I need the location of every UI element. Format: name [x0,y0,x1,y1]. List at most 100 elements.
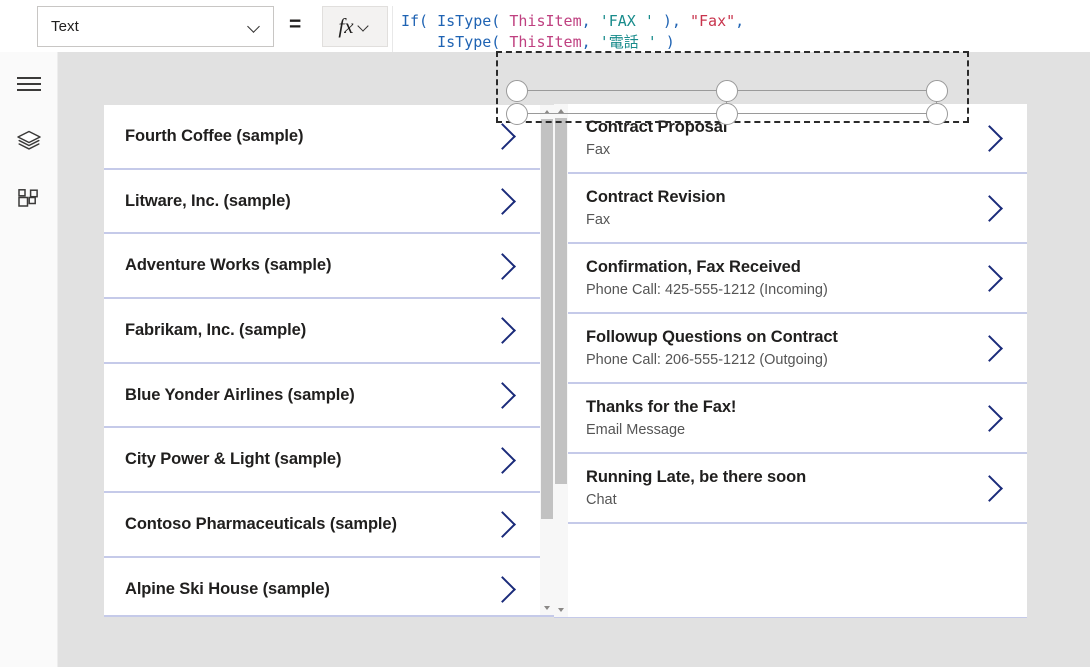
list-item-title: Blue Yonder Airlines (sample) [125,385,484,406]
fx-icon: fx [338,16,353,37]
scroll-up-arrow[interactable] [554,104,568,118]
list-item-subtitle: Fax [586,141,971,160]
list-item-texts: Contoso Pharmaceuticals (sample) [125,514,484,535]
list-item-subtitle: Phone Call: 206-555-1212 (Outgoing) [586,351,971,370]
formula-token: IsType( [437,33,509,51]
menu-button[interactable] [0,59,58,107]
list-item[interactable]: Thanks for the Fax! Email Message [568,384,1027,454]
list-item-title: Thanks for the Fax! [586,397,971,418]
list-item[interactable]: Confirmation, Fax ReceivedPhone Call: 42… [568,244,1027,314]
formula-token: ThisItem [509,33,581,51]
list-item-texts: Fabrikam, Inc. (sample) [125,320,484,341]
chevron-right-icon[interactable] [484,569,524,609]
tree-view-button[interactable] [0,119,58,167]
scroll-down-arrow[interactable] [540,601,554,615]
layers-icon [16,129,42,158]
chevron-right-icon[interactable] [484,310,524,350]
chevron-right-icon[interactable] [971,468,1011,508]
formula-token [401,33,437,51]
fx-button[interactable]: fx [322,6,388,47]
chevron-right-icon[interactable] [971,258,1011,298]
resize-handle-bottom-right[interactable] [926,103,948,125]
scroll-down-arrow[interactable] [554,603,568,617]
empty-gallery-area [568,524,1027,618]
formula-token: IsType( [437,12,509,30]
scrollbar-thumb[interactable] [541,119,553,519]
list-item[interactable]: Contract Proposal Fax [568,104,1027,174]
formula-token: ), [654,12,690,30]
list-item[interactable]: Litware, Inc. (sample) [104,170,540,235]
power-apps-studio: Text = fx If( IsType( ThisItem, 'FAX ' )… [0,0,1090,667]
list-item-texts: Alpine Ski House (sample) [125,579,484,600]
list-item-title: Contract Proposal [586,117,971,138]
list-item[interactable]: Alpine Ski House (sample) [104,558,540,617]
formula-token: , [582,12,600,30]
chevron-right-icon[interactable] [484,246,524,286]
formula-token: , [582,33,600,51]
list-item-title: Followup Questions on Contract [586,327,971,348]
list-item[interactable]: Fabrikam, Inc. (sample) [104,299,540,364]
list-item-title: Contoso Pharmaceuticals (sample) [125,514,484,535]
list-item-title: City Power & Light (sample) [125,449,484,470]
list-item-texts: Adventure Works (sample) [125,255,484,276]
formula-token: '電話 ' [600,33,657,51]
list-item-title: Fourth Coffee (sample) [125,126,484,147]
list-item[interactable]: City Power & Light (sample) [104,428,540,493]
resize-handle-top-right[interactable] [926,80,948,102]
chevron-right-icon[interactable] [971,188,1011,228]
chevron-down-icon [248,20,261,33]
chevron-down-icon [359,21,370,32]
list-item-title: Running Late, be there soon [586,467,971,488]
list-item[interactable]: Contract RevisionFax [568,174,1027,244]
activities-gallery-scrollbar[interactable] [554,104,568,617]
activities-gallery-rows: Contract ProposalFaxContract RevisionFax… [568,104,1027,617]
chevron-right-icon[interactable] [971,328,1011,368]
equals-sign: = [289,14,301,35]
list-item-subtitle: Fax [586,211,971,230]
resize-handle-bottom-left[interactable] [506,103,528,125]
list-item[interactable]: Fourth Coffee (sample) [104,105,540,170]
chevron-right-icon[interactable] [484,375,524,415]
activities-gallery[interactable]: Contract ProposalFaxContract RevisionFax… [554,104,1027,618]
list-item[interactable]: Contoso Pharmaceuticals (sample) [104,493,540,558]
list-item[interactable]: Blue Yonder Airlines (sample) [104,364,540,429]
formula-token: , [735,12,744,30]
list-item-title: Alpine Ski House (sample) [125,579,484,600]
list-item-title: Confirmation, Fax Received [586,257,971,278]
resize-handle-top-center[interactable] [716,80,738,102]
list-item-texts: Followup Questions on Contract Phone Call… [586,327,971,370]
list-item-title: Fabrikam, Inc. (sample) [125,320,484,341]
list-item-texts: Running Late, be there soon Chat [586,467,971,510]
chevron-right-icon[interactable] [484,181,524,221]
chevron-right-icon[interactable] [484,504,524,544]
chevron-right-icon[interactable] [484,440,524,480]
app-canvas: Fourth Coffee (sample) Litware, Inc. (sam… [58,52,1090,667]
insert-button[interactable] [0,179,58,227]
list-item-texts: City Power & Light (sample) [125,449,484,470]
resize-handle-top-left[interactable] [506,80,528,102]
scrollbar-thumb[interactable] [555,118,567,484]
left-icon-rail [0,52,58,667]
list-item[interactable]: Running Late, be there soon Chat [568,454,1027,524]
chevron-right-icon[interactable] [971,398,1011,438]
formula-token: ThisItem [509,12,581,30]
list-item-texts: Litware, Inc. (sample) [125,191,484,212]
list-item-texts: Contract Proposal Fax [586,117,971,160]
accounts-gallery[interactable]: Fourth Coffee (sample) Litware, Inc. (sam… [104,105,554,617]
formula-input[interactable]: If( IsType( ThisItem, 'FAX ' ), "Fax", I… [392,6,1090,52]
formula-line-2: IsType( ThisItem, '電話 ' ) [393,32,1090,52]
list-item[interactable]: Followup Questions on Contract Phone Call… [568,314,1027,384]
chevron-right-icon[interactable] [971,118,1011,158]
resize-handle-bottom-center[interactable] [716,103,738,125]
list-item-title: Adventure Works (sample) [125,255,484,276]
list-item-texts: Thanks for the Fax! Email Message [586,397,971,440]
scroll-up-arrow[interactable] [540,105,554,119]
menu-icon [17,74,41,92]
list-item-subtitle: Chat [586,491,971,510]
list-item-subtitle: Email Message [586,421,971,440]
formula-token: If( [401,12,437,30]
accounts-gallery-rows: Fourth Coffee (sample) Litware, Inc. (sam… [104,105,540,615]
list-item[interactable]: Adventure Works (sample) [104,234,540,299]
property-dropdown[interactable]: Text [37,6,274,47]
accounts-gallery-scrollbar[interactable] [540,105,554,615]
